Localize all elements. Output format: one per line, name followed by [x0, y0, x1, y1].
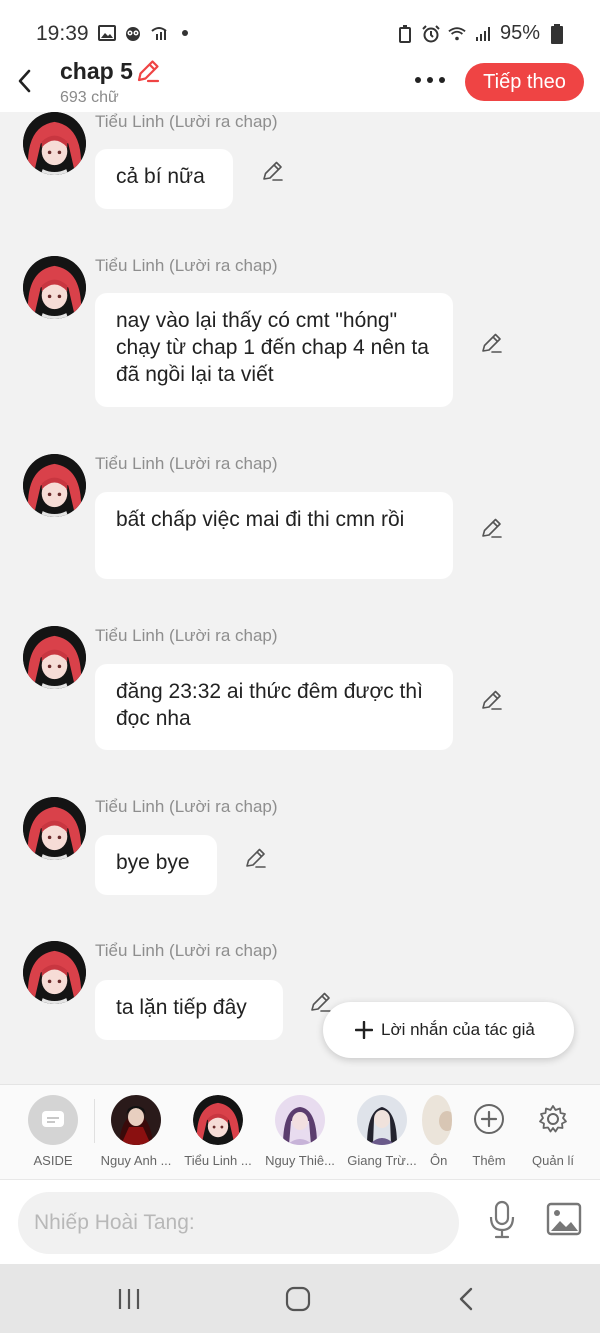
battery-icon: [548, 23, 566, 44]
message-bubble[interactable]: cả bí nữa: [95, 149, 233, 209]
message-bubble[interactable]: bye bye: [95, 835, 217, 895]
gallery-icon: [98, 24, 116, 42]
battery-saver-icon: [396, 24, 414, 43]
status-time: 19:39: [36, 22, 89, 45]
image-icon[interactable]: [546, 1202, 582, 1236]
battery-percent: 95%: [499, 22, 540, 44]
author-note-label: Lời nhắn của tác giả: [381, 1020, 535, 1039]
character-label: Giang Trừ...: [347, 1153, 417, 1168]
avatar[interactable]: [23, 256, 86, 319]
character-nguy-thien[interactable]: Nguy Thiê...: [258, 1095, 342, 1175]
avatar[interactable]: [23, 941, 86, 1004]
dot-icon: [176, 24, 194, 42]
character-tieu-linh[interactable]: Tiểu Linh ...: [176, 1095, 260, 1175]
message-bubble[interactable]: bất chấp việc mai đi thi cmn rồi: [95, 492, 453, 579]
character-strip: ASIDE Nguy Anh ... Tiểu Linh ... Nguy Th…: [0, 1084, 600, 1180]
character-nguy-anh[interactable]: Nguy Anh ...: [94, 1095, 178, 1175]
avatar[interactable]: [23, 112, 86, 175]
chevron-left-icon: [18, 69, 31, 93]
character-label: Tiểu Linh ...: [184, 1153, 252, 1168]
composer: [0, 1180, 600, 1264]
wifi-calling-icon: [150, 24, 168, 42]
add-circle-icon: [471, 1101, 507, 1137]
character-label: Nguy Anh ...: [100, 1153, 172, 1168]
character-label: Nguy Thiê...: [265, 1153, 335, 1168]
owl-icon: [124, 24, 142, 42]
alarm-icon: [422, 24, 440, 43]
manage-label: Quản lí: [532, 1153, 574, 1168]
edit-pencil-icon[interactable]: [480, 688, 504, 712]
message-bubble[interactable]: ta lặn tiếp đây: [95, 980, 283, 1040]
status-bar: 19:39 95%: [0, 0, 600, 56]
avatar: [193, 1095, 243, 1145]
chapter-header: chap 5 693 chữ Tiếp theo: [0, 56, 600, 112]
sender-name: Tiểu Linh (Lười ra chap): [95, 797, 278, 816]
avatar[interactable]: [23, 626, 86, 689]
character-aside[interactable]: ASIDE: [11, 1095, 95, 1175]
gear-icon: [535, 1101, 571, 1137]
recent-apps-icon[interactable]: [114, 1284, 144, 1314]
avatar[interactable]: [23, 797, 86, 860]
character-label: ASIDE: [33, 1153, 73, 1168]
more-dots-icon: [415, 77, 445, 83]
avatar: [111, 1095, 161, 1145]
message-input[interactable]: [18, 1192, 459, 1254]
edit-pencil-icon[interactable]: [135, 58, 161, 84]
plus-icon: [355, 1021, 373, 1039]
back-nav-icon[interactable]: [451, 1284, 481, 1314]
wifi-icon: [448, 25, 466, 43]
avatar[interactable]: [23, 454, 86, 517]
word-count: 693 chữ: [60, 89, 119, 106]
sender-name: Tiểu Linh (Lười ra chap): [95, 454, 278, 473]
home-icon[interactable]: [283, 1284, 313, 1314]
system-nav-bar: [0, 1264, 600, 1333]
author-note-button[interactable]: Lời nhắn của tác giả: [323, 1002, 574, 1058]
character-giang-trung[interactable]: Giang Trừ...: [340, 1095, 424, 1175]
notification-icons: [98, 24, 194, 42]
sender-name: Tiểu Linh (Lười ra chap): [95, 626, 278, 645]
next-chapter-button[interactable]: Tiếp theo: [465, 63, 584, 101]
manage-button[interactable]: Quản lí: [511, 1095, 595, 1175]
avatar: [357, 1095, 407, 1145]
sender-name: Tiểu Linh (Lười ra chap): [95, 112, 278, 131]
signal-icon: [474, 25, 492, 43]
message-bubble[interactable]: đăng 23:32 ai thức đêm được thì đọc nha: [95, 664, 453, 750]
more-options-button[interactable]: [412, 68, 448, 92]
edit-pencil-icon[interactable]: [244, 846, 268, 870]
microphone-icon[interactable]: [486, 1200, 518, 1240]
sender-name: Tiểu Linh (Lười ra chap): [95, 941, 278, 960]
chapter-title: chap 5: [60, 58, 133, 84]
chat-area[interactable]: Tiểu Linh (Lười ra chap) cả bí nữa Tiểu …: [0, 112, 600, 1084]
sender-name: Tiểu Linh (Lười ra chap): [95, 256, 278, 275]
chat-bubble-icon: [28, 1095, 78, 1145]
edit-pencil-icon[interactable]: [261, 159, 285, 183]
message-bubble[interactable]: nay vào lại thấy có cmt "hóng" chạy từ c…: [95, 293, 453, 407]
back-button[interactable]: [12, 64, 36, 98]
status-right: 95%: [396, 22, 566, 45]
edit-pencil-icon[interactable]: [480, 516, 504, 540]
edit-pencil-icon[interactable]: [480, 331, 504, 355]
avatar: [275, 1095, 325, 1145]
